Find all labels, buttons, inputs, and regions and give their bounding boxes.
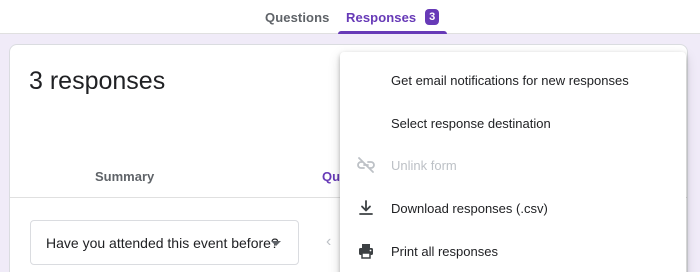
tab-responses-label: Responses (346, 9, 417, 25)
menu-item-label: Get email notifications for new response… (391, 72, 629, 88)
responses-count-badge: 3 (425, 9, 440, 25)
menu-item-download-csv[interactable]: Download responses (.csv) (340, 188, 686, 228)
link-off-icon (356, 155, 376, 175)
menu-item-select-destination[interactable]: Select response destination (340, 103, 686, 143)
download-icon (356, 198, 376, 218)
tab-responses[interactable]: Responses 3 (338, 0, 448, 34)
page-title: 3 responses (29, 67, 166, 95)
responses-more-menu: Get email notifications for new response… (340, 52, 686, 272)
menu-item-unlink-form: Unlink form (340, 145, 686, 185)
question-select-value: Have you attended this event before? (46, 234, 279, 251)
printer-icon (356, 241, 376, 261)
menu-item-email-notifications[interactable]: Get email notifications for new response… (340, 60, 686, 100)
subtab-question[interactable]: Qu (322, 169, 340, 184)
top-tab-bar: Questions Responses 3 (0, 0, 700, 34)
active-tab-indicator (338, 31, 448, 34)
dropdown-caret-icon (271, 241, 281, 246)
menu-item-label: Print all responses (391, 243, 498, 259)
menu-item-print-all[interactable]: Print all responses (340, 231, 686, 271)
menu-item-label: Select response destination (391, 115, 551, 131)
question-select[interactable]: Have you attended this event before? (30, 220, 299, 265)
previous-arrow-icon[interactable]: ‹ (326, 233, 331, 251)
subtab-summary[interactable]: Summary (95, 169, 154, 184)
menu-item-label: Unlink form (391, 157, 457, 173)
tab-questions[interactable]: Questions (265, 0, 329, 34)
tab-questions-label: Questions (265, 9, 330, 25)
menu-item-label: Download responses (.csv) (391, 200, 548, 216)
